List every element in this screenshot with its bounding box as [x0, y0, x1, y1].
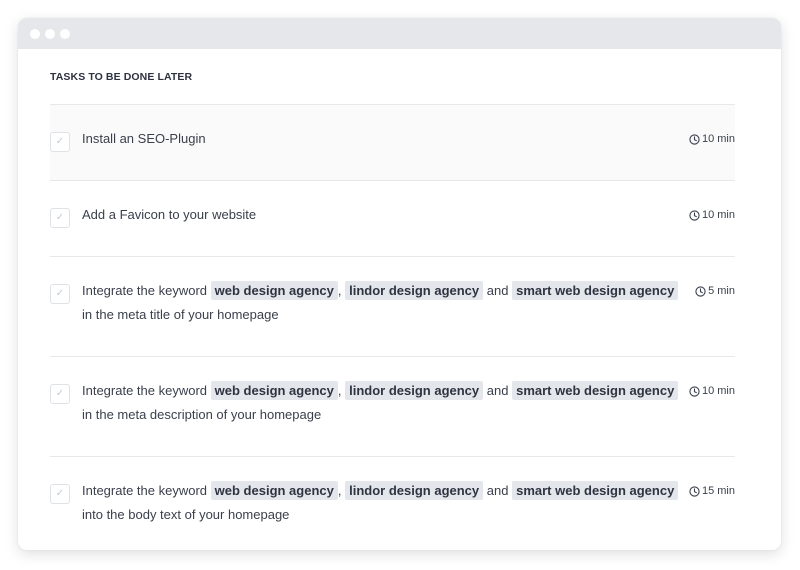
conjunction: and	[486, 383, 509, 398]
task-checkbox[interactable]: ✓	[50, 384, 70, 404]
task-text-prefix: Integrate the keyword	[82, 283, 208, 298]
conjunction: and	[486, 483, 509, 498]
window-control-dot[interactable]	[60, 28, 70, 39]
separator: ,	[337, 283, 342, 298]
clock-icon	[689, 133, 700, 145]
task-checkbox[interactable]: ✓	[50, 484, 70, 504]
checkmark-icon: ✓	[55, 388, 65, 399]
window-titlebar	[18, 18, 781, 49]
checkmark-icon: ✓	[55, 488, 65, 499]
task-time: 10 min	[689, 385, 735, 397]
keyword-tag: web design agency	[210, 281, 338, 300]
task-time-label: 10 min	[701, 385, 735, 397]
task-checkbox[interactable]: ✓	[50, 132, 70, 152]
clock-icon	[689, 485, 700, 497]
clock-icon	[695, 285, 706, 297]
task-row: ✓ Integrate the keyword web design agenc…	[50, 256, 735, 356]
task-text: Add a Favicon to your website	[82, 207, 257, 222]
window-control-dot[interactable]	[45, 28, 55, 39]
keyword-tag: smart web design agency	[512, 481, 679, 500]
section-title: TASKS TO BE DONE LATER	[50, 71, 193, 83]
task-text: Integrate the keyword web design agency,…	[82, 479, 679, 527]
task-text-suffix: in the meta description of your homepage	[82, 407, 322, 422]
task-text-suffix: in the meta title of your homepage	[82, 307, 279, 322]
task-time-label: 15 min	[701, 485, 735, 497]
checkmark-icon: ✓	[55, 288, 65, 299]
keyword-tag: lindor design agency	[345, 281, 484, 300]
task-time-label: 10 min	[701, 133, 735, 145]
task-text-prefix: Integrate the keyword	[82, 483, 208, 498]
task-row: ✓ Add a Favicon to your website 10 min	[50, 180, 735, 256]
task-time: 5 min	[695, 285, 735, 297]
checkmark-icon: ✓	[55, 136, 65, 147]
checkmark-icon: ✓	[55, 212, 65, 223]
clock-icon	[689, 209, 700, 221]
task-time: 15 min	[689, 485, 735, 497]
task-row: ✓ Install an SEO-Plugin 10 min	[50, 104, 735, 180]
task-text: Install an SEO-Plugin	[82, 131, 206, 146]
task-checkbox[interactable]: ✓	[50, 208, 70, 228]
window-control-dot[interactable]	[30, 28, 40, 39]
separator: ,	[337, 483, 342, 498]
task-panel: TASKS TO BE DONE LATER ✓ Install an SEO-…	[18, 71, 781, 550]
keyword-tag: web design agency	[210, 381, 338, 400]
conjunction: and	[486, 283, 509, 298]
task-text-suffix: into the body text of your homepage	[82, 507, 290, 522]
separator: ,	[337, 383, 342, 398]
keyword-tag: smart web design agency	[512, 381, 679, 400]
task-time: 10 min	[689, 133, 735, 145]
task-text: Integrate the keyword web design agency,…	[82, 279, 685, 327]
task-row: ✓ Integrate the keyword web design agenc…	[50, 356, 735, 456]
task-text-prefix: Integrate the keyword	[82, 383, 208, 398]
browser-window: TASKS TO BE DONE LATER ✓ Install an SEO-…	[18, 18, 781, 550]
task-time-label: 5 min	[708, 285, 735, 297]
keyword-tag: smart web design agency	[512, 281, 679, 300]
keyword-tag: lindor design agency	[345, 481, 484, 500]
task-checkbox[interactable]: ✓	[50, 284, 70, 304]
task-row: ✓ Integrate the keyword web design agenc…	[50, 456, 735, 550]
task-time: 10 min	[689, 209, 735, 221]
keyword-tag: lindor design agency	[345, 381, 484, 400]
keyword-tag: web design agency	[210, 481, 338, 500]
task-time-label: 10 min	[701, 209, 735, 221]
clock-icon	[689, 385, 700, 397]
task-text: Integrate the keyword web design agency,…	[82, 379, 679, 427]
